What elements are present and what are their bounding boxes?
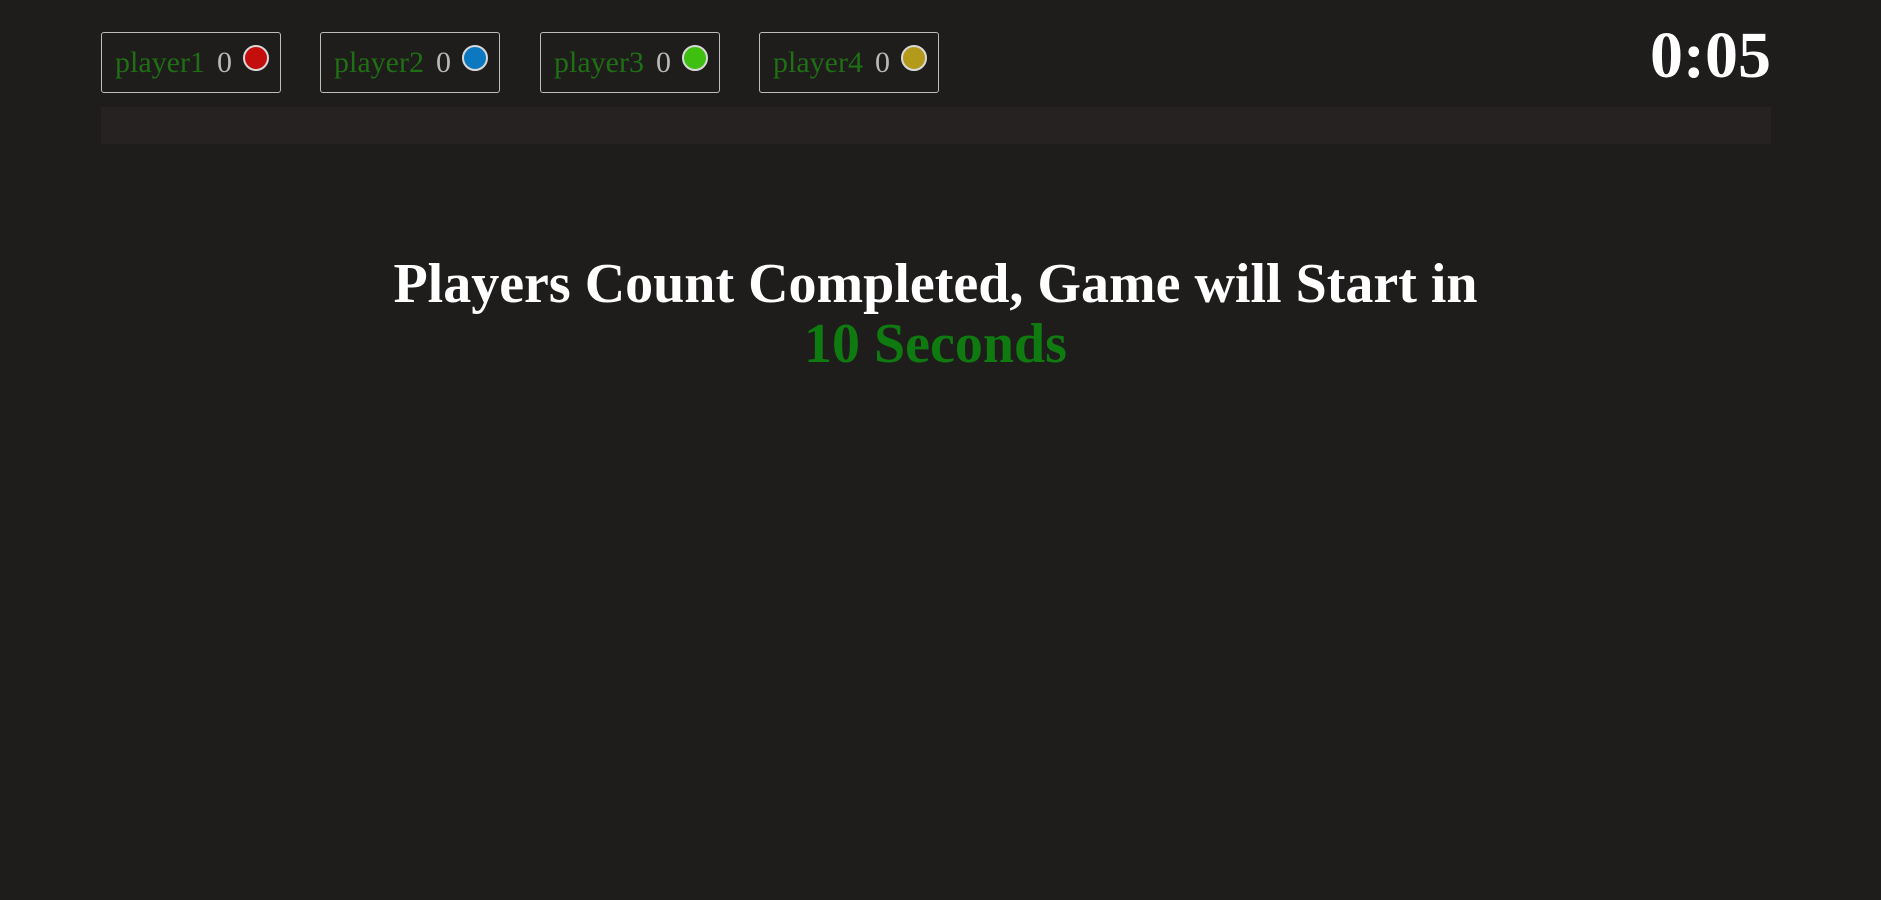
player-name: player4 [773, 46, 863, 79]
player-card-3: player3 0 [540, 32, 720, 93]
player-score: 0 [875, 46, 890, 79]
start-message-text: Players Count Completed, Game will Start… [393, 253, 1478, 315]
player-name: player3 [554, 46, 644, 79]
player-score: 0 [217, 46, 232, 79]
player-score: 0 [656, 46, 671, 79]
player-card-1: player1 0 [101, 32, 281, 93]
player-card-4: player4 0 [759, 32, 939, 93]
player-color-dot [243, 45, 269, 71]
start-message: Players Count Completed, Game will Start… [0, 254, 1871, 374]
countdown-text: 10 Seconds [804, 313, 1067, 375]
player-color-dot [682, 45, 708, 71]
player-name: player1 [115, 46, 205, 79]
player-color-dot [462, 45, 488, 71]
progress-bar [101, 107, 1771, 144]
player-color-dot [901, 45, 927, 71]
player-name: player2 [334, 46, 424, 79]
player-card-2: player2 0 [320, 32, 500, 93]
player-score: 0 [436, 46, 451, 79]
game-timer: 0:05 [1650, 19, 1771, 92]
game-screen: player1 0 player2 0 player3 0 player4 0 … [0, 0, 1881, 900]
